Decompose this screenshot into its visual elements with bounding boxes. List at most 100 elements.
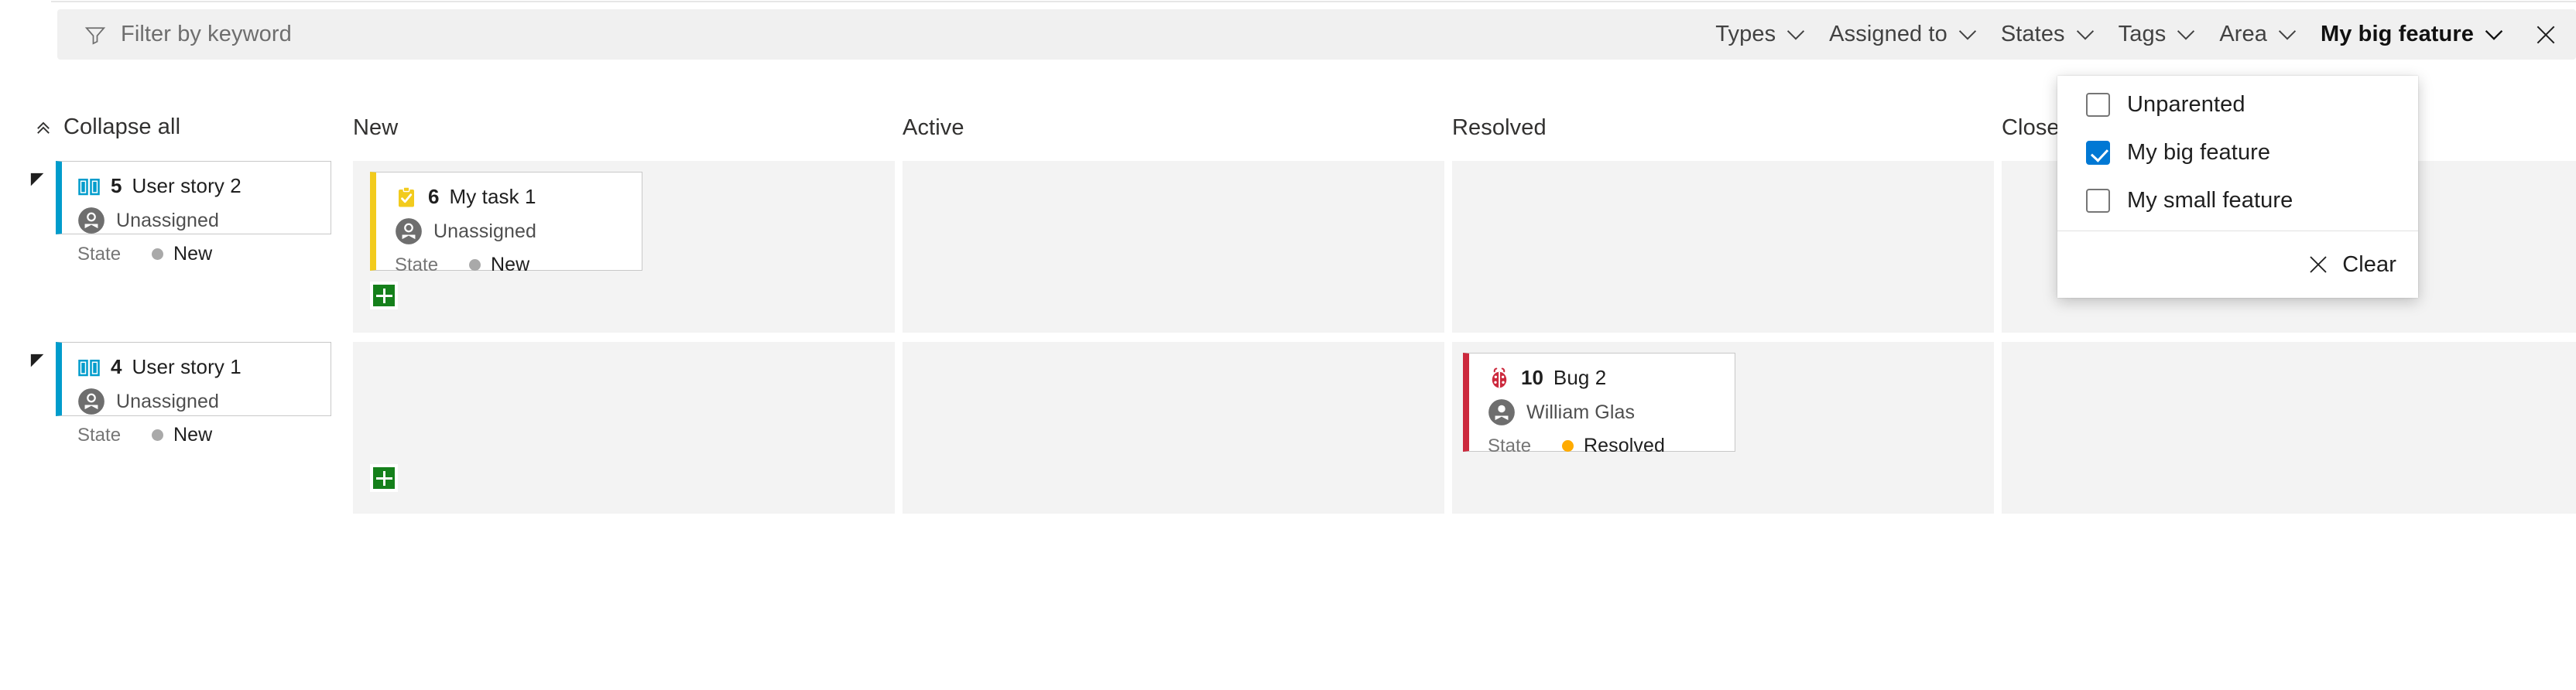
collapse-all-button[interactable]: Collapse all [34,114,180,140]
card-state-key: State [395,254,439,275]
card-assignee-name: Unassigned [433,220,537,242]
filter-pill-tags[interactable]: Tags [2107,15,2208,53]
state-dot-icon [469,259,481,271]
filter-pill-states-label: States [2000,22,2065,46]
card-state-value: Resolved [1584,435,1666,456]
dropdown-option-my-big-feature[interactable]: My big feature [2057,128,2418,176]
board-cell-active[interactable] [903,161,1444,333]
work-item-card-bug-2[interactable]: 10 Bug 2 William Glas State Resolved [1463,353,1735,456]
avatar [77,388,105,415]
filter-pill-my-big-feature[interactable]: My big feature [2309,15,2516,53]
card-state-value: New [173,424,213,446]
card-id: 4 [111,355,122,378]
bug-icon [1488,367,1511,390]
column-header-new: New [353,115,399,140]
card-body: 5 User story 2 Unassigned State New [62,162,331,265]
checkbox-my-big-feature[interactable] [2086,140,2110,165]
card-title-row: 6 My task 1 [395,185,626,209]
add-work-item-button[interactable] [370,464,398,492]
parent-card-user-story-2[interactable]: 5 User story 2 Unassigned State New [56,161,331,265]
filter-pill-area-label: Area [2219,22,2267,46]
card-state-value: New [491,254,530,275]
swimlane-collapse-toggle[interactable] [29,353,46,370]
user-story-icon [77,175,101,198]
clear-filter-label: Clear [2342,251,2396,277]
clear-filter-button[interactable]: Clear [2057,231,2418,298]
card-assignee-row: Unassigned [77,207,315,234]
column-header-resolved: Resolved [1452,115,1547,140]
search-input[interactable] [121,22,709,47]
card-body: 6 My task 1 Unassigned State New [376,172,642,276]
card-title-row: 5 User story 2 [77,174,315,198]
work-item-card-my-task-1[interactable]: 6 My task 1 Unassigned State New [370,172,642,275]
filter-bar: Types Assigned to States Tags [57,9,2576,60]
user-story-icon [77,356,101,379]
card-state-row: State New [77,243,315,265]
card-assignee-row: Unassigned [395,217,626,245]
keyword-filter [84,9,709,60]
card-title-row: 4 User story 1 [77,355,315,379]
board-page: Types Assigned to States Tags [0,0,2576,690]
chevron-double-up-icon [34,118,53,137]
board-cell-resolved[interactable]: 10 Bug 2 William Glas State Resolved [1452,342,1994,514]
chevron-down-icon [1786,29,1806,41]
filter-pill-group: Types Assigned to States Tags Area My bi… [1704,9,2576,60]
board-cell-new[interactable]: 6 My task 1 Unassigned State New [353,161,895,333]
task-icon [395,186,418,209]
card-state-key: State [77,243,122,265]
card-state-row: State Resolved [1488,435,1719,457]
dropdown-option-unparented[interactable]: Unparented [2057,80,2418,128]
swimlane-collapse-toggle[interactable] [29,172,46,189]
card-state-row: State New [395,254,626,276]
filter-pill-types-label: Types [1715,22,1776,46]
add-work-item-button[interactable] [370,282,398,309]
card-title-row: 10 Bug 2 [1488,366,1719,390]
area-filter-dropdown: Unparented My big feature My small featu… [2057,76,2418,298]
dropdown-option-unparented-label: Unparented [2127,91,2245,117]
parent-card-user-story-1[interactable]: 4 User story 1 Unassigned State New [56,342,331,446]
chevron-down-icon [2277,29,2297,41]
board-cell-resolved[interactable] [1452,161,1994,333]
board-cell-closed[interactable] [2002,342,2576,514]
column-header-active: Active [903,115,964,140]
card-state-key: State [1488,435,1532,456]
card-body: 4 User story 1 Unassigned State New [62,343,331,446]
card-id: 5 [111,174,122,197]
funnel-icon [84,23,107,46]
checkbox-unparented[interactable] [2086,92,2110,117]
swimlane-row: 4 User story 1 Unassigned State New 10 B… [0,342,2576,514]
chevron-down-icon [1958,29,1978,41]
dropdown-option-my-big-feature-label: My big feature [2127,139,2271,165]
chevron-down-icon [2484,29,2504,41]
filter-pill-assigned-to-label: Assigned to [1829,22,1947,46]
chevron-down-icon [2075,29,2095,41]
filter-pill-assigned-to[interactable]: Assigned to [1817,15,1989,53]
card-assignee-name: Unassigned [116,390,220,412]
board-cell-new[interactable] [353,342,895,514]
card-state-value: New [173,243,213,265]
chevron-down-icon [2176,29,2196,41]
close-icon [2533,22,2558,47]
filter-pill-my-big-feature-label: My big feature [2321,22,2474,46]
close-filter-bar-button[interactable] [2516,9,2576,60]
close-icon [2307,253,2330,276]
filter-pill-area[interactable]: Area [2208,15,2309,53]
card-title: User story 1 [132,355,242,378]
avatar [1488,398,1516,426]
checkbox-my-small-feature[interactable] [2086,188,2110,213]
card-id: 10 [1521,366,1543,389]
avatar [395,217,423,245]
card-assignee-name: Unassigned [116,209,220,231]
dropdown-option-my-small-feature[interactable]: My small feature [2057,176,2418,224]
collapse-all-label: Collapse all [63,114,181,139]
card-assignee-row: William Glas [1488,398,1719,426]
board-cell-active[interactable] [903,342,1444,514]
filter-pill-tags-label: Tags [2118,22,2167,46]
card-title: User story 2 [132,174,242,197]
filter-pill-types[interactable]: Types [1704,15,1817,53]
state-dot-icon [152,248,163,260]
card-title: Bug 2 [1553,366,1607,389]
card-state-key: State [77,424,122,446]
card-id: 6 [428,185,440,208]
filter-pill-states[interactable]: States [1989,15,2107,53]
